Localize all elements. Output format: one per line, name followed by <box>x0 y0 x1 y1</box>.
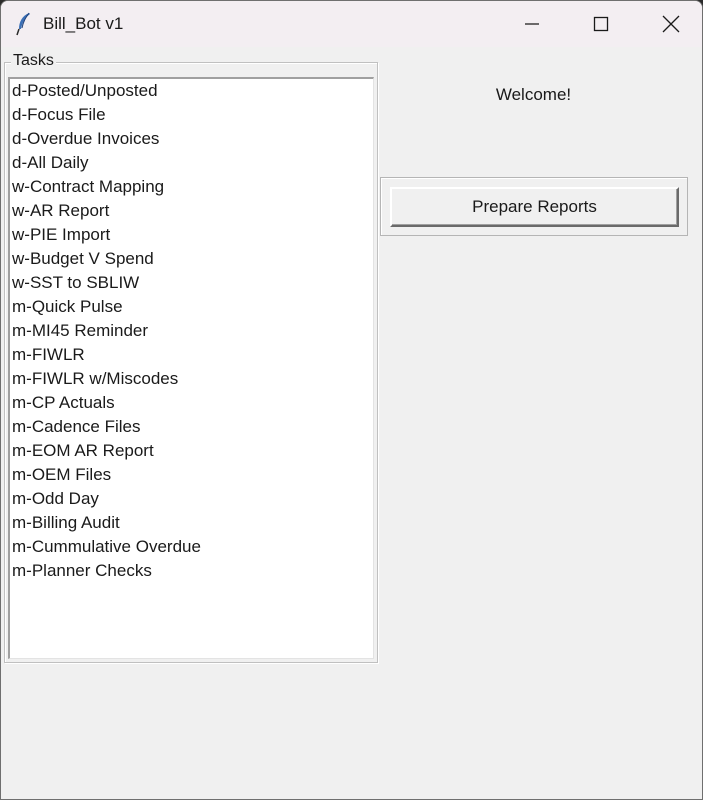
title-bar[interactable]: Bill_Bot v1 <box>1 1 702 47</box>
task-list-item[interactable]: m-Cummulative Overdue <box>10 535 373 559</box>
task-list-item[interactable]: d-All Daily <box>10 151 373 175</box>
task-list-item[interactable]: m-MI45 Reminder <box>10 319 373 343</box>
task-list-item[interactable]: d-Focus File <box>10 103 373 127</box>
task-list-item[interactable]: m-OEM Files <box>10 463 373 487</box>
task-list-item[interactable]: m-FIWLR <box>10 343 373 367</box>
task-list-item[interactable]: m-FIWLR w/Miscodes <box>10 367 373 391</box>
tasks-listbox[interactable]: d-Posted/Unposted d-Focus File d-Overdue I… <box>8 77 374 659</box>
tasks-label: Tasks <box>11 52 56 70</box>
close-button[interactable] <box>637 1 702 47</box>
task-list-item[interactable]: w-Budget V Spend <box>10 247 373 271</box>
task-list-item[interactable]: w-AR Report <box>10 199 373 223</box>
maximize-icon <box>593 16 609 32</box>
task-list-item[interactable]: m-Billing Audit <box>10 511 373 535</box>
task-list-item[interactable]: m-Odd Day <box>10 487 373 511</box>
task-list-item[interactable]: w-SST to SBLIW <box>10 271 373 295</box>
task-list-item[interactable]: w-PIE Import <box>10 223 373 247</box>
welcome-text: Welcome! <box>495 85 572 104</box>
task-list-item[interactable]: m-Planner Checks <box>10 559 373 583</box>
task-list-item[interactable]: m-EOM AR Report <box>10 439 373 463</box>
minimize-button[interactable] <box>498 1 566 47</box>
task-list-item[interactable]: d-Overdue Invoices <box>10 127 373 151</box>
task-list-item[interactable]: m-Cadence Files <box>10 415 373 439</box>
maximize-button[interactable] <box>567 1 635 47</box>
task-list-item[interactable]: w-Contract Mapping <box>10 175 373 199</box>
task-list-item[interactable]: m-CP Actuals <box>10 391 373 415</box>
window-title: Bill_Bot v1 <box>43 14 124 33</box>
prepare-reports-button[interactable]: Prepare Reports <box>390 187 679 227</box>
task-list-item[interactable]: m-Quick Pulse <box>10 295 373 319</box>
minimize-icon <box>524 16 540 32</box>
feather-icon <box>16 12 32 36</box>
task-list-item[interactable]: d-Posted/Unposted <box>10 79 373 103</box>
app-window: Bill_Bot v1 Tasks d-Posted/Unposted d-Foc… <box>0 0 703 800</box>
close-icon <box>662 15 680 33</box>
